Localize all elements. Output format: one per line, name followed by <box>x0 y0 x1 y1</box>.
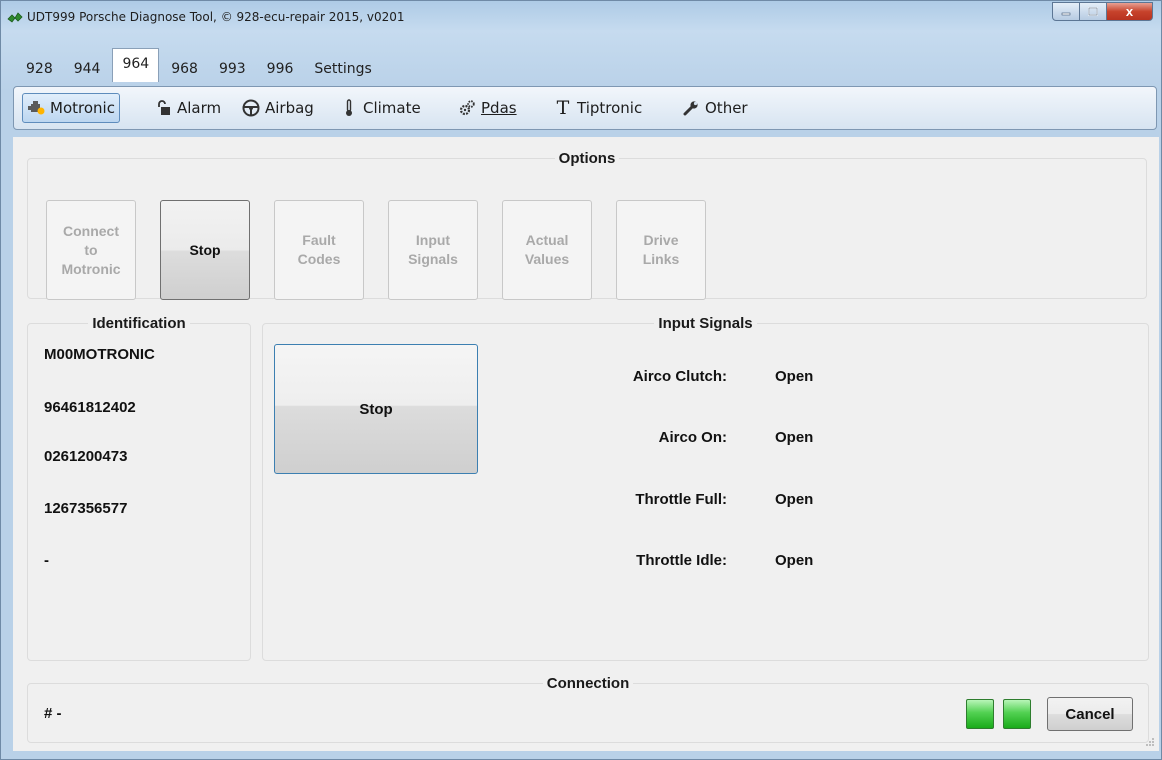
drive-links-button[interactable]: Drive Links <box>616 200 706 300</box>
identification-title: Identification <box>88 315 190 332</box>
signal-label-throttle-full: Throttle Full: <box>635 491 727 508</box>
app-window: UDT999 Porsche Diagnose Tool, © 928-ecu-… <box>0 0 1162 760</box>
tab-968[interactable]: 968 <box>162 56 207 82</box>
ident-line: 96461812402 <box>44 399 136 416</box>
input-signals-group: Input Signals Stop Airco Clutch: Open Ai… <box>262 315 1149 661</box>
options-group: Options Connect to Motronic Stop Fault C… <box>27 150 1147 300</box>
actual-values-button[interactable]: Actual Values <box>502 200 592 300</box>
thermometer-icon <box>340 99 358 117</box>
client-area: Options Connect to Motronic Stop Fault C… <box>13 137 1159 751</box>
toolbar-item-climate[interactable]: Climate <box>336 93 425 123</box>
engine-icon <box>27 100 45 116</box>
cancel-button[interactable]: Cancel <box>1047 697 1133 731</box>
signal-value-airco-clutch: Open <box>775 368 814 385</box>
model-tabs: 928 944 964 968 993 996 Settings <box>17 48 384 82</box>
fault-codes-button[interactable]: Fault Codes <box>274 200 364 300</box>
connect-to-motronic-button[interactable]: Connect to Motronic <box>46 200 136 300</box>
module-toolbar: Motronic Alarm Airbag Climate Pdas T Tip… <box>13 86 1157 130</box>
ident-line: - <box>44 552 49 569</box>
minimize-icon <box>1061 12 1071 15</box>
options-title: Options <box>554 150 620 167</box>
connection-title: Connection <box>542 675 634 692</box>
ident-line: 0261200473 <box>44 448 128 465</box>
tab-964[interactable]: 964 <box>112 48 160 82</box>
lock-icon <box>154 100 172 116</box>
maximize-button[interactable] <box>1080 2 1107 21</box>
tab-944[interactable]: 944 <box>65 56 110 82</box>
toolbar-item-alarm[interactable]: Alarm <box>150 93 225 123</box>
stop-button[interactable]: Stop <box>160 200 250 300</box>
tab-996[interactable]: 996 <box>258 56 303 82</box>
window-title: UDT999 Porsche Diagnose Tool, © 928-ecu-… <box>27 10 405 24</box>
stop-reading-button[interactable]: Stop <box>274 344 478 474</box>
close-button[interactable]: x <box>1107 2 1153 21</box>
status-led-2 <box>1003 699 1031 729</box>
app-icon <box>7 12 23 23</box>
input-signals-title: Input Signals <box>654 315 757 332</box>
resize-grip[interactable] <box>1145 737 1155 747</box>
gears-icon <box>458 99 476 117</box>
input-signals-button[interactable]: Input Signals <box>388 200 478 300</box>
signal-value-airco-on: Open <box>775 429 814 446</box>
ident-line: 1267356577 <box>44 500 128 517</box>
signal-value-throttle-full: Open <box>775 491 814 508</box>
toolbar-item-pdas[interactable]: Pdas <box>454 93 521 123</box>
signal-label-throttle-idle: Throttle Idle: <box>636 552 727 569</box>
signal-label-airco-clutch: Airco Clutch: <box>632 368 727 385</box>
tab-928[interactable]: 928 <box>17 56 62 82</box>
status-led-1 <box>966 699 994 729</box>
toolbar-item-other[interactable]: Other <box>678 93 752 123</box>
minimize-button[interactable] <box>1052 2 1080 21</box>
toolbar-item-tiptronic[interactable]: T Tiptronic <box>550 93 646 123</box>
title-bar[interactable]: UDT999 Porsche Diagnose Tool, © 928-ecu-… <box>1 1 1161 37</box>
t-letter-icon: T <box>556 97 570 119</box>
connection-status: # - <box>44 705 62 722</box>
maximize-icon <box>1088 7 1098 16</box>
steering-wheel-icon <box>242 99 260 117</box>
tab-settings[interactable]: Settings <box>305 56 380 82</box>
close-icon: x <box>1125 4 1134 19</box>
wrench-icon <box>682 100 700 116</box>
toolbar-item-motronic[interactable]: Motronic <box>22 93 120 123</box>
ident-line: M00MOTRONIC <box>44 346 155 363</box>
connection-group: Connection # - Cancel <box>27 675 1149 743</box>
identification-group: Identification M00MOTRONIC 96461812402 0… <box>27 315 251 661</box>
toolbar-item-airbag[interactable]: Airbag <box>238 93 318 123</box>
signal-value-throttle-idle: Open <box>775 552 814 569</box>
tab-993[interactable]: 993 <box>210 56 255 82</box>
caption-buttons: x <box>1052 2 1153 22</box>
signal-label-airco-on: Airco On: <box>658 429 727 446</box>
